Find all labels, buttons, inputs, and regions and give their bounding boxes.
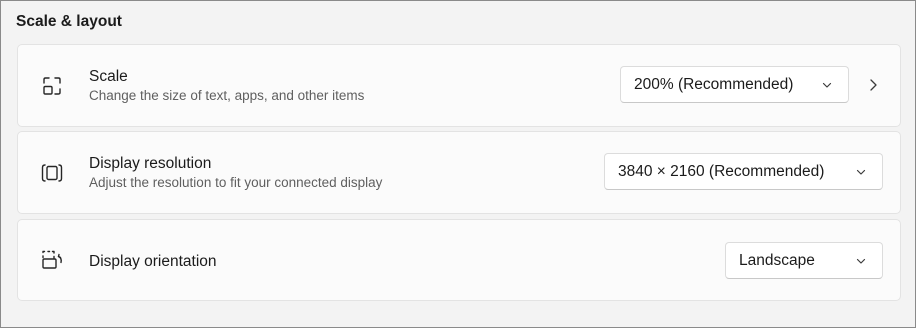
display-resolution-title: Display resolution (89, 155, 212, 172)
display-resolution-subtitle: Adjust the resolution to fit your connec… (89, 175, 383, 190)
display-orientation-dropdown[interactable]: Landscape (725, 242, 883, 279)
display-orientation-icon (39, 247, 65, 273)
scale-subtitle: Change the size of text, apps, and other… (89, 88, 365, 103)
chevron-right-icon[interactable] (864, 76, 882, 94)
display-resolution-icon (39, 160, 65, 186)
scale-dropdown[interactable]: 200% (Recommended) (620, 66, 849, 103)
display-orientation-text: Display orientation (89, 252, 217, 271)
chevron-down-icon (856, 256, 866, 266)
scale-icon (39, 73, 65, 99)
chevron-down-icon (856, 167, 866, 177)
display-resolution-dropdown[interactable]: 3840 × 2160 (Recommended) (604, 153, 883, 190)
scale-dropdown-value: 200% (Recommended) (634, 76, 794, 93)
display-orientation-title: Display orientation (89, 253, 217, 270)
scale-title: Scale (89, 68, 128, 85)
scale-card[interactable]: Scale Change the size of text, apps, and… (17, 44, 901, 127)
section-title: Scale & layout (16, 13, 122, 30)
display-orientation-dropdown-value: Landscape (739, 252, 815, 269)
chevron-down-icon (822, 80, 832, 90)
scale-text: Scale Change the size of text, apps, and… (89, 67, 364, 105)
display-resolution-text: Display resolution Adjust the resolution… (89, 154, 382, 192)
display-resolution-card: Display resolution Adjust the resolution… (17, 131, 901, 214)
settings-panel: Scale & layout Scale Change the size of … (0, 0, 916, 328)
display-orientation-card: Display orientation Landscape (17, 219, 901, 301)
display-resolution-dropdown-value: 3840 × 2160 (Recommended) (618, 163, 825, 180)
